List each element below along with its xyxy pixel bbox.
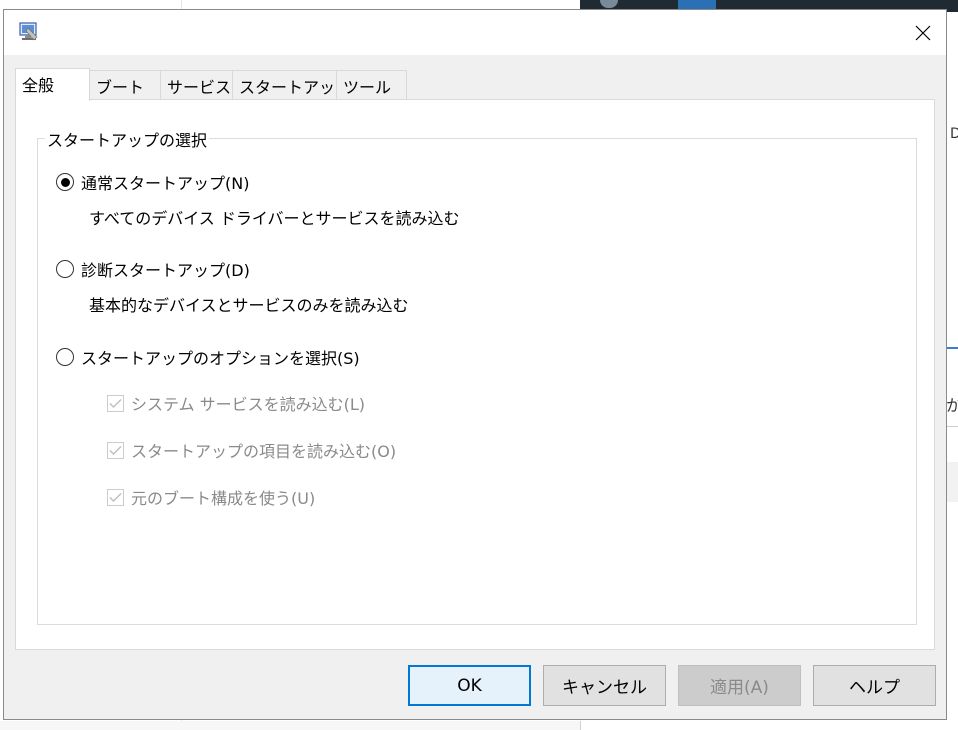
ok-button[interactable]: OK bbox=[408, 665, 531, 706]
radio-button[interactable] bbox=[56, 260, 74, 278]
diagnostic-startup-radio[interactable]: 診断スタートアップ(D) bbox=[56, 257, 250, 281]
tab-services[interactable]: サービス bbox=[160, 70, 233, 99]
checkbox-disabled bbox=[107, 488, 124, 506]
checkmark-icon bbox=[109, 492, 122, 502]
close-icon bbox=[915, 25, 931, 40]
background-window-bottom bbox=[580, 721, 958, 730]
radio-button-selected[interactable] bbox=[56, 173, 74, 191]
checkbox-disabled bbox=[107, 394, 124, 412]
background-bottom bbox=[0, 721, 958, 730]
diagnostic-startup-description: 基本的なデバイスとサービスのみを読み込む bbox=[89, 296, 409, 315]
msconfig-app-icon bbox=[18, 21, 40, 43]
apply-button: 適用(A) bbox=[678, 665, 801, 706]
tab-startup[interactable]: スタートアップ bbox=[232, 70, 351, 99]
help-button[interactable]: ヘルプ bbox=[813, 665, 936, 706]
cancel-button[interactable]: キャンセル bbox=[543, 665, 666, 706]
normal-startup-label: 通常スタートアップ(N) bbox=[81, 174, 250, 193]
load-startup-items-label: スタートアップの項目を読み込む(O) bbox=[131, 442, 397, 461]
use-original-boot-config-checkbox: 元のブート構成を使う(U) bbox=[107, 485, 315, 509]
normal-startup-radio[interactable]: 通常スタートアップ(N) bbox=[56, 170, 249, 194]
checkbox-disabled bbox=[107, 441, 124, 459]
general-tab-page: スタートアップの選択 通常スタートアップ(N) すべてのデバイス ドライバーとサ… bbox=[15, 99, 935, 650]
close-button[interactable] bbox=[900, 10, 946, 55]
tab-general[interactable]: 全般 bbox=[15, 68, 90, 101]
background-window-edge bbox=[947, 12, 958, 730]
title-bar bbox=[4, 10, 946, 55]
background-text: か bbox=[946, 396, 958, 415]
radio-dot bbox=[60, 177, 70, 187]
background-row bbox=[947, 462, 958, 502]
use-original-boot-config-label: 元のブート構成を使う(U) bbox=[131, 489, 316, 508]
checkmark-icon bbox=[109, 445, 122, 455]
checkmark-icon bbox=[109, 398, 122, 408]
load-system-services-label: システム サービスを読み込む(L) bbox=[131, 395, 366, 414]
background-accent-line bbox=[947, 347, 958, 349]
background-icon bbox=[600, 0, 618, 8]
startup-selection-group: スタートアップの選択 通常スタートアップ(N) すべてのデバイス ドライバーとサ… bbox=[37, 127, 917, 625]
group-title: スタートアップの選択 bbox=[45, 127, 210, 151]
load-startup-items-checkbox: スタートアップの項目を読み込む(O) bbox=[107, 438, 396, 462]
radio-button[interactable] bbox=[56, 348, 74, 366]
background-text: D bbox=[950, 126, 958, 142]
tab-boot[interactable]: ブート bbox=[89, 70, 161, 99]
system-configuration-dialog: 全般 ブート サービス スタートアップ ツール スタートアップの選択 通常スター… bbox=[3, 9, 947, 720]
load-system-services-checkbox: システム サービスを読み込む(L) bbox=[107, 391, 365, 415]
selective-startup-label: スタートアップのオプションを選択(S) bbox=[81, 349, 360, 368]
background-divider-line bbox=[947, 426, 958, 427]
diagnostic-startup-label: 診断スタートアップ(D) bbox=[81, 261, 250, 280]
selective-startup-radio[interactable]: スタートアップのオプションを選択(S) bbox=[56, 345, 360, 369]
normal-startup-description: すべてのデバイス ドライバーとサービスを読み込む bbox=[89, 209, 460, 228]
tab-tools[interactable]: ツール bbox=[336, 70, 407, 99]
